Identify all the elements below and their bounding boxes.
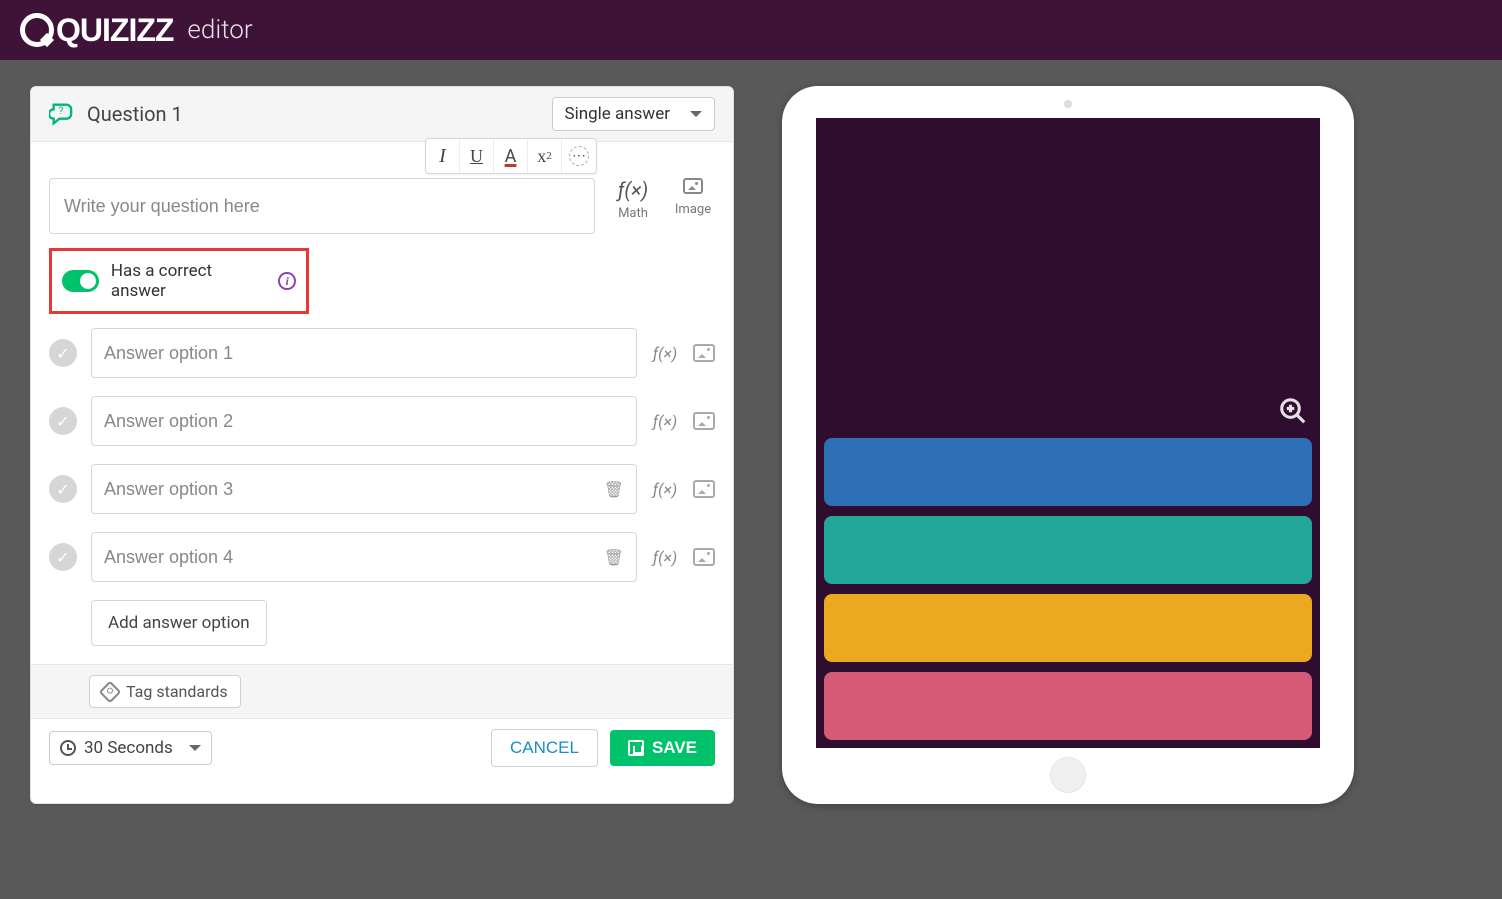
image-icon xyxy=(683,178,703,194)
clock-icon xyxy=(60,740,76,756)
answer-image-tool[interactable] xyxy=(693,412,715,430)
workspace: ? Question 1 Single answer I U A x2 ⋯ ƒ(… xyxy=(0,60,1502,830)
tablet-preview xyxy=(782,86,1354,804)
underline-button[interactable]: U xyxy=(460,139,494,173)
correct-answer-label: Has a correct answer xyxy=(111,261,267,301)
answer-math-tool[interactable]: ƒ(×) xyxy=(651,412,679,431)
tag-standards-button[interactable]: Tag standards xyxy=(89,675,241,708)
tag-icon xyxy=(99,680,122,703)
answers-list: ✓ ƒ(×) ✓ ƒ(×) ✓ xyxy=(49,328,715,646)
card-body: I U A x2 ⋯ ƒ(×) Math Image Has a co xyxy=(31,142,733,664)
answer-input-wrap xyxy=(91,328,637,378)
answer-row: ✓ 🗑 ƒ(×) xyxy=(49,464,715,514)
italic-button[interactable]: I xyxy=(426,139,460,173)
info-icon[interactable]: i xyxy=(278,272,296,290)
answer-input[interactable] xyxy=(104,343,624,364)
preview-option xyxy=(824,438,1312,506)
answer-row: ✓ ƒ(×) xyxy=(49,396,715,446)
chevron-down-icon xyxy=(690,111,702,123)
question-title: Question 1 xyxy=(87,102,183,126)
question-bubble-icon: ? xyxy=(49,100,77,128)
preview-options xyxy=(816,438,1320,748)
mark-correct-button[interactable]: ✓ xyxy=(49,339,77,367)
chevron-down-icon xyxy=(189,745,201,757)
question-row: ƒ(×) Math Image xyxy=(49,178,715,234)
answer-input[interactable] xyxy=(104,547,596,568)
math-label: Math xyxy=(618,206,648,221)
answer-type-value: Single answer xyxy=(565,104,671,124)
answer-input-wrap: 🗑 xyxy=(91,532,637,582)
svg-text:?: ? xyxy=(58,104,63,117)
answer-type-select[interactable]: Single answer xyxy=(552,97,716,131)
answer-input-wrap xyxy=(91,396,637,446)
add-option-button[interactable]: Add answer option xyxy=(91,600,267,646)
image-label: Image xyxy=(675,202,711,217)
logo-q-icon xyxy=(20,13,54,47)
home-button xyxy=(1050,757,1086,793)
mark-correct-button[interactable]: ✓ xyxy=(49,407,77,435)
answer-image-tool[interactable] xyxy=(693,344,715,362)
format-toolbar: I U A x2 ⋯ xyxy=(425,138,597,174)
time-select[interactable]: 30 Seconds xyxy=(49,731,212,765)
save-label: SAVE xyxy=(652,738,697,758)
save-button[interactable]: SAVE xyxy=(610,730,715,766)
fx-icon: ƒ(×) xyxy=(611,178,655,202)
tag-standards-label: Tag standards xyxy=(126,682,228,701)
more-format-button[interactable]: ⋯ xyxy=(562,139,596,173)
card-header: ? Question 1 Single answer xyxy=(31,87,733,142)
question-editor-card: ? Question 1 Single answer I U A x2 ⋯ ƒ(… xyxy=(30,86,734,804)
app-label: editor xyxy=(187,15,252,45)
image-tool[interactable]: Image xyxy=(671,178,715,217)
answer-input-wrap: 🗑 xyxy=(91,464,637,514)
preview-screen xyxy=(816,118,1320,748)
correct-answer-toggle-row: Has a correct answer i xyxy=(49,248,309,314)
mark-correct-button[interactable]: ✓ xyxy=(49,543,77,571)
brand-text: Quizizz xyxy=(56,12,173,49)
answer-math-tool[interactable]: ƒ(×) xyxy=(651,548,679,567)
brand-logo: Quizizz xyxy=(20,12,173,49)
zoom-icon[interactable] xyxy=(1278,396,1308,426)
camera-dot xyxy=(1064,100,1072,108)
time-value: 30 Seconds xyxy=(84,738,173,758)
math-tool[interactable]: ƒ(×) Math xyxy=(611,178,655,221)
trash-icon[interactable]: 🗑 xyxy=(604,548,624,567)
top-bar: Quizizz editor xyxy=(0,0,1502,60)
answer-image-tool[interactable] xyxy=(693,480,715,498)
answer-math-tool[interactable]: ƒ(×) xyxy=(651,344,679,363)
save-icon xyxy=(628,740,644,756)
question-input[interactable] xyxy=(49,178,595,234)
answer-input[interactable] xyxy=(104,479,596,500)
trash-icon[interactable]: 🗑 xyxy=(604,480,624,499)
answer-image-tool[interactable] xyxy=(693,548,715,566)
answer-input[interactable] xyxy=(104,411,624,432)
preview-question-area xyxy=(816,118,1320,438)
preview-option xyxy=(824,672,1312,740)
card-footer: 30 Seconds CANCEL SAVE xyxy=(31,718,733,777)
superscript-button[interactable]: x2 xyxy=(528,139,562,173)
cancel-button[interactable]: CANCEL xyxy=(491,729,598,767)
answer-row: ✓ 🗑 ƒ(×) xyxy=(49,532,715,582)
correct-answer-toggle[interactable] xyxy=(62,270,99,292)
mark-correct-button[interactable]: ✓ xyxy=(49,475,77,503)
preview-option xyxy=(824,516,1312,584)
answer-math-tool[interactable]: ƒ(×) xyxy=(651,480,679,499)
tag-bar: Tag standards xyxy=(31,664,733,718)
answer-row: ✓ ƒ(×) xyxy=(49,328,715,378)
preview-option xyxy=(824,594,1312,662)
text-color-button[interactable]: A xyxy=(494,139,528,173)
